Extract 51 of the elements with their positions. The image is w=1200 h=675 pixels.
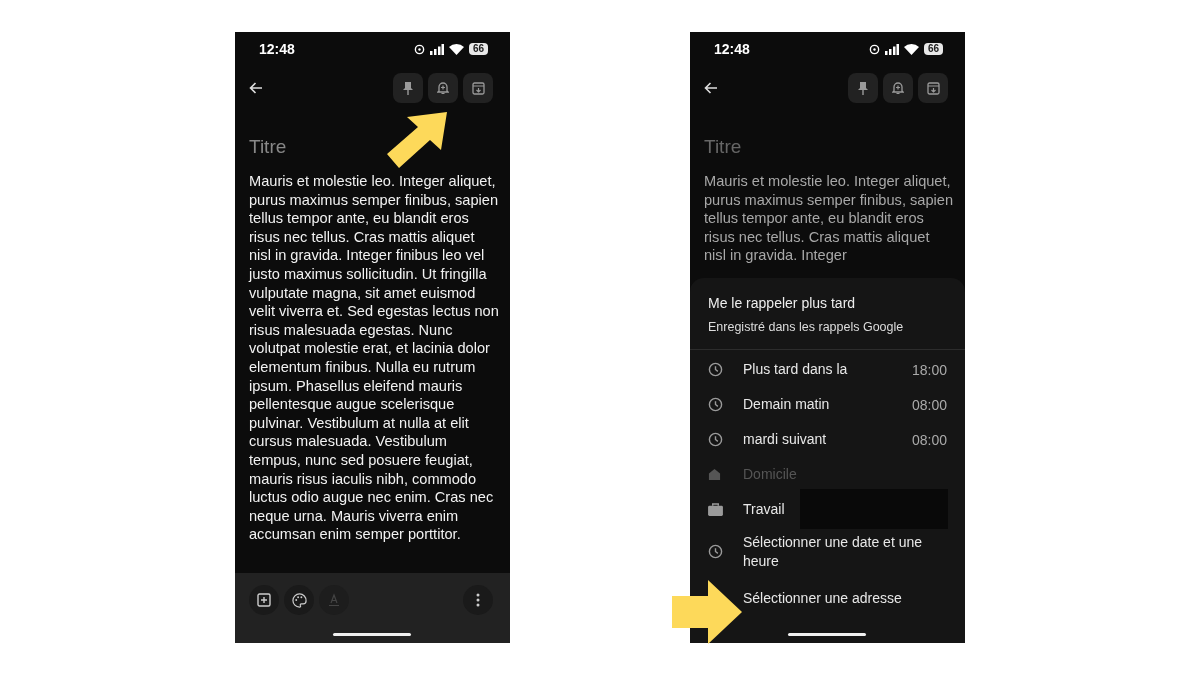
annotation-arrow (672, 580, 742, 644)
signal-icon (429, 43, 444, 55)
reminder-button[interactable] (428, 73, 458, 103)
bell-icon (892, 81, 904, 95)
archive-icon (471, 81, 485, 95)
add-box-icon (257, 593, 271, 607)
status-time: 12:48 (714, 41, 750, 57)
archive-button[interactable] (918, 73, 948, 103)
back-arrow-icon[interactable] (704, 82, 718, 94)
briefcase-icon (708, 503, 723, 516)
pin-button[interactable] (848, 73, 878, 103)
palette-icon (291, 592, 307, 608)
more-button[interactable] (463, 585, 493, 615)
pin-icon (402, 81, 414, 95)
reminder-option[interactable]: Sélectionner une date et une heure (690, 527, 965, 576)
wifi-icon (903, 43, 919, 55)
note-text: Mauris et molestie leo. Integer aliquet, purus maximus semper finibus, sapien tellus tempor ante, eu blandit eros risus nec tellus. Cras mattis aliquet nisl in gravida. Integer (704, 172, 954, 265)
sheet-subtitle: Enregistré dans les rappels Google (708, 320, 905, 334)
status-time: 12:48 (259, 41, 295, 57)
clock-icon (708, 362, 723, 377)
back-arrow-icon[interactable] (249, 82, 263, 94)
alarm-icon (413, 43, 425, 55)
title-field[interactable]: Titre (704, 134, 764, 160)
note-text: Mauris et molestie leo. Integer aliquet, purus maximus semper finibus, sapien tellus tempor ante, eu blandit eros risus nec tellus. Cras mattis aliquet nisl in gravida. Integer finibus leo vel justo maximus sollicitudin. Ut fringilla vulputate magna, sit amet euismod velit viverra et. Sed egestas lectus non risus malesuada egestas. Nunc volutpat molestie erat, et lacinia dolor elementum finibus. Nulla eu rutrum ipsum. Phasellus eleifend mauris pellentesque augue scelerisque pulvinar. Vestibulum at nulla at elit cursus malesuada. Vestibulum tempus, nunc sed posuere feugiat, mauris risus iaculis nibh, commodo luctus odio augue nec enim. Cras nec neque urna. Mauris viverra enim accumsan enim semper porttitor. (249, 172, 500, 544)
battery-level: 66 (923, 43, 943, 55)
clock-icon (708, 544, 723, 559)
sheet-title: Me le rappeler plus tard (708, 295, 857, 311)
reminder-option[interactable]: Travail (690, 492, 965, 527)
bell-icon (437, 81, 449, 95)
reminder-button[interactable] (883, 73, 913, 103)
home-icon (708, 468, 721, 481)
annotation-arrow (385, 110, 449, 170)
signal-icon (884, 43, 899, 55)
battery-level: 66 (468, 43, 488, 55)
reminder-option[interactable]: Plus tard dans la 18:00 (690, 352, 965, 387)
archive-button[interactable] (463, 73, 493, 103)
more-icon (476, 593, 480, 607)
clock-icon (708, 432, 723, 447)
title-field[interactable]: Titre (249, 134, 309, 160)
reminder-option[interactable]: Demain matin 08:00 (690, 387, 965, 422)
reminder-option[interactable]: mardi suivant 08:00 (690, 422, 965, 457)
archive-icon (926, 81, 940, 95)
add-box-button[interactable] (249, 585, 279, 615)
wifi-icon (448, 43, 464, 55)
palette-button[interactable] (284, 585, 314, 615)
pin-icon (857, 81, 869, 95)
alarm-icon (868, 43, 880, 55)
reminder-option[interactable]: Sélectionner une adresse (743, 576, 965, 620)
text-format-icon (327, 593, 341, 607)
pin-button[interactable] (393, 73, 423, 103)
clock-icon (708, 397, 723, 412)
